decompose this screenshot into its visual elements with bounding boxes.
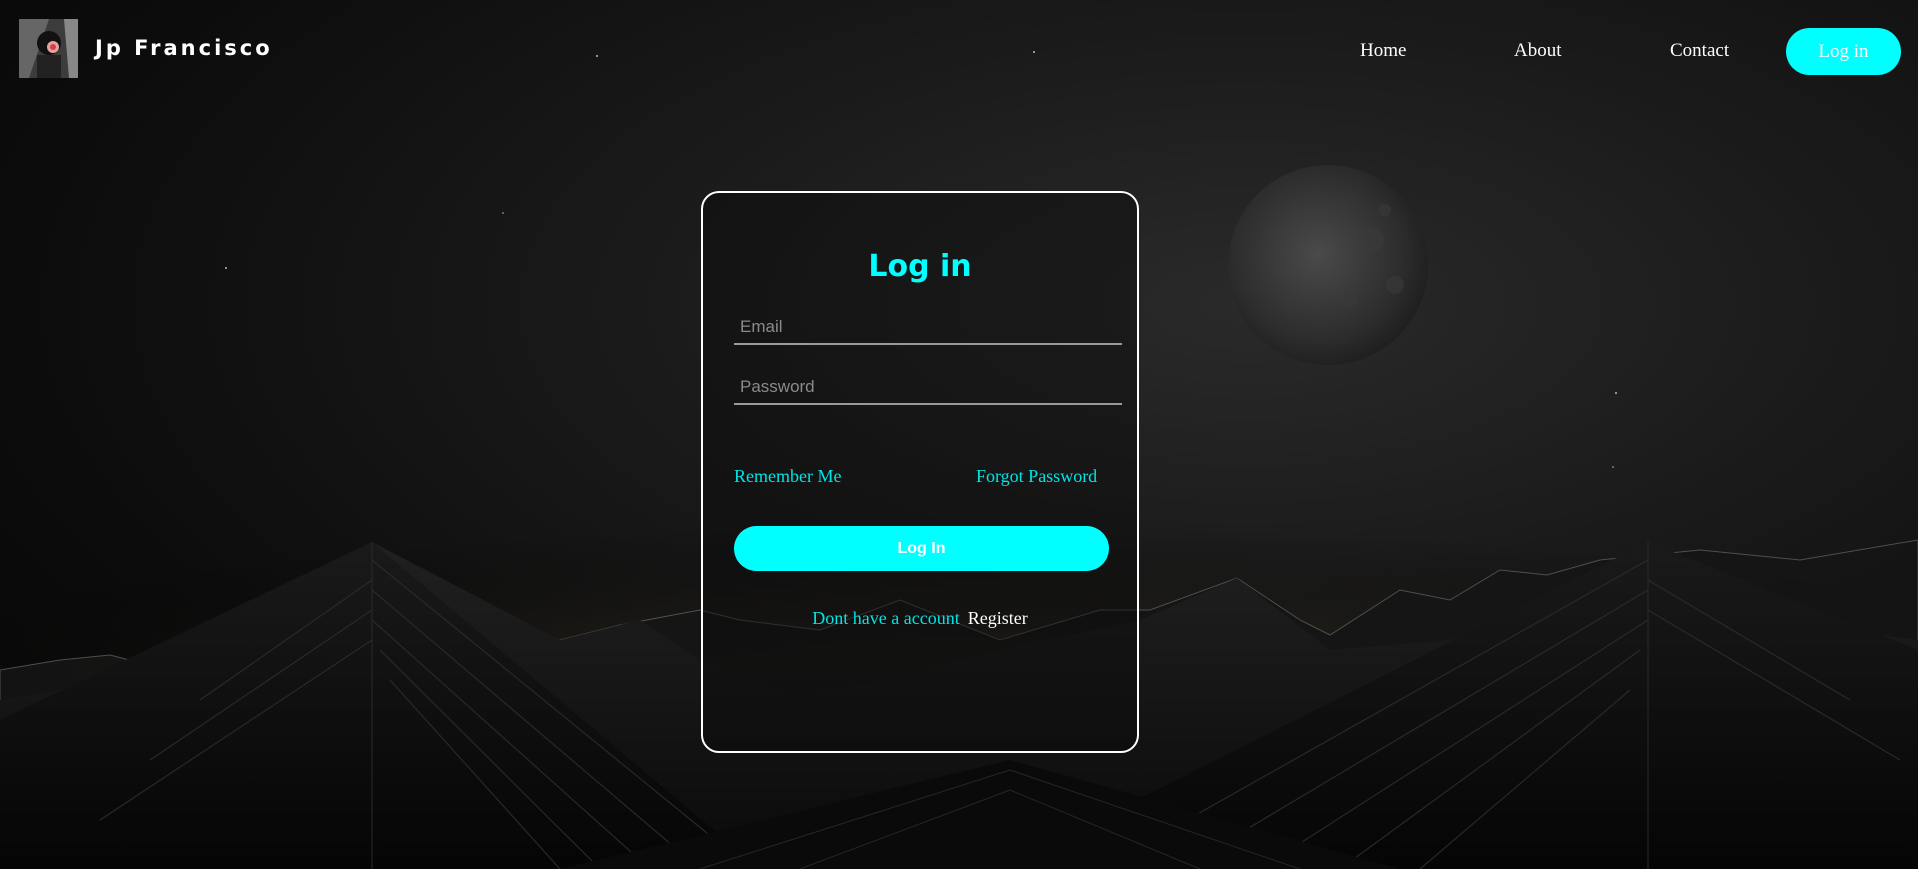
moon bbox=[1228, 165, 1428, 365]
nav-about-link[interactable]: About bbox=[1514, 40, 1562, 62]
brand-name: Jp Francisco bbox=[95, 36, 273, 60]
remember-me-link[interactable]: Remember Me bbox=[734, 466, 841, 487]
password-input[interactable] bbox=[734, 371, 1122, 405]
email-input[interactable] bbox=[734, 311, 1122, 345]
nav-login-button[interactable]: Log in bbox=[1786, 28, 1901, 75]
nav-home-link[interactable]: Home bbox=[1360, 40, 1406, 62]
register-link[interactable]: Register bbox=[968, 608, 1028, 628]
login-title: Log in bbox=[868, 249, 972, 284]
register-row: Dont have a account Register bbox=[703, 608, 1137, 629]
login-page: Jp Francisco Home About Contact Log in L… bbox=[0, 0, 1918, 869]
login-card: Log in Remember Me Forgot Password Log I… bbox=[701, 191, 1139, 753]
site-header: Jp Francisco Home About Contact Log in bbox=[0, 0, 1918, 104]
avatar-image-icon bbox=[19, 19, 78, 78]
nav-contact-link[interactable]: Contact bbox=[1670, 40, 1729, 62]
no-account-text: Dont have a account bbox=[812, 608, 960, 628]
avatar-logo[interactable] bbox=[19, 19, 78, 78]
forgot-password-link[interactable]: Forgot Password bbox=[976, 466, 1097, 487]
login-submit-button[interactable]: Log In bbox=[734, 526, 1109, 571]
